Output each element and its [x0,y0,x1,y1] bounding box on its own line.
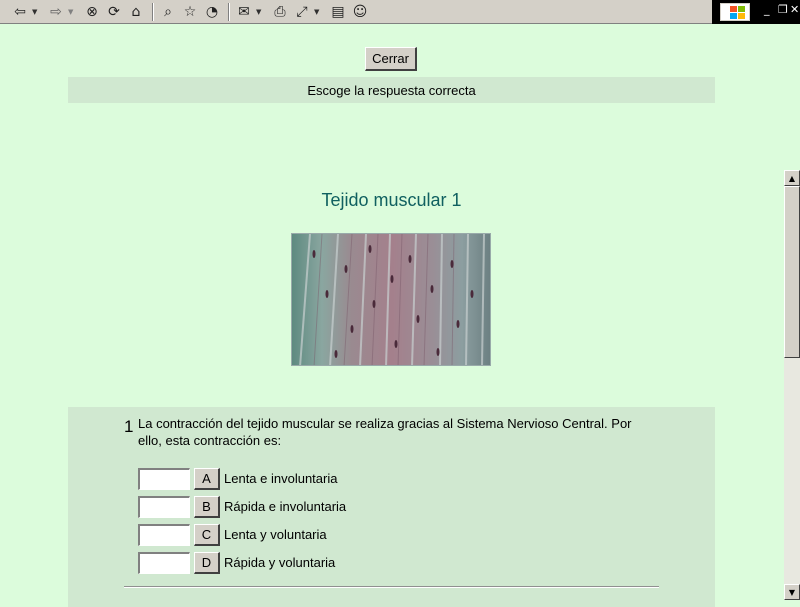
answer-button-c[interactable]: C [194,524,220,546]
answer-input-a[interactable] [138,468,190,490]
scroll-up-icon[interactable]: ▲ [784,170,800,186]
answer-button-d[interactable]: D [194,552,220,574]
messenger-icon[interactable]: ☺ [350,2,370,22]
toolbar-separator [152,2,154,21]
close-window-icon[interactable]: ✕ [790,3,799,16]
question-number: 1 [124,417,134,436]
answer-input-b[interactable] [138,496,190,518]
refresh-icon[interactable]: ⟳ [104,2,124,22]
print-icon[interactable]: ⎙ [270,2,290,22]
search-icon[interactable]: ⌕ [158,2,178,22]
toolbar-separator [228,2,230,21]
instruction-bar: Escoge la respuesta correcta [68,77,715,103]
back-dropdown-icon[interactable]: ▼ [32,8,40,16]
history-icon[interactable]: ◔ [202,2,222,22]
instruction-text: Escoge la respuesta correcta [307,82,476,98]
page-title: Tejido muscular 1 [321,190,462,210]
fullscreen-icon[interactable]: ⤢ [292,2,312,22]
muscle-tissue-image [291,233,491,366]
windows-logo-icon [720,3,750,21]
window-controls: _ ❐ ✕ [712,0,800,24]
edit-icon[interactable]: ▤ [328,2,348,22]
question-text: La contracción del tejido muscular se re… [138,416,632,448]
mail-dropdown-icon[interactable]: ▼ [256,8,264,16]
scrollbar-thumb[interactable] [784,186,800,358]
forward-dropdown-icon[interactable]: ▼ [68,8,76,16]
favorites-icon[interactable]: ☆ [180,2,200,22]
scroll-down-icon[interactable]: ▼ [784,584,800,600]
answer-input-c[interactable] [138,524,190,546]
answer-label-a: Lenta e involuntaria [224,471,338,486]
forward-icon[interactable]: ⇨ [46,2,66,22]
stop-icon[interactable]: ⊗ [82,2,102,22]
answer-label-d: Rápida y voluntaria [224,555,336,570]
fullscreen-dropdown-icon[interactable]: ▼ [314,8,322,16]
answer-input-d[interactable] [138,552,190,574]
mail-icon[interactable]: ✉ [234,2,254,22]
answer-label-c: Lenta y voluntaria [224,527,327,542]
home-icon[interactable]: ⌂ [126,2,146,22]
back-icon[interactable]: ⇦ [10,2,30,22]
answer-button-b[interactable]: B [194,496,220,518]
answer-label-b: Rápida e involuntaria [224,499,347,514]
answer-button-a[interactable]: A [194,468,220,490]
divider [124,586,659,588]
close-button[interactable]: Cerrar [365,47,417,71]
restore-icon[interactable]: ❐ [778,3,788,16]
minimize-icon[interactable]: _ [764,3,770,16]
browser-toolbar: ⇦ ▼ ⇨ ▼ ⊗ ⟳ ⌂ ⌕ ☆ ◔ ✉ ▼ ⎙ ⤢ ▼ ▤ ☺ [0,0,712,24]
vertical-scrollbar[interactable]: ▲ ▼ [784,170,800,600]
